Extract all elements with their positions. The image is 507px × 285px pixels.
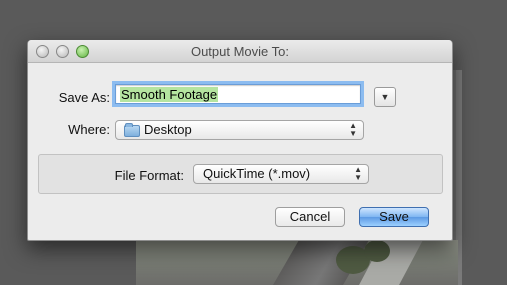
background-video-frame bbox=[136, 240, 458, 285]
file-format-value: QuickTime (*.mov) bbox=[203, 166, 311, 181]
file-format-popup-button[interactable]: QuickTime (*.mov) ▲ ▼ bbox=[193, 164, 369, 184]
save-dialog: Output Movie To: Save As: Smooth Footage… bbox=[27, 40, 453, 241]
up-down-arrows-icon: ▲ ▼ bbox=[354, 165, 362, 182]
dialog-title: Output Movie To: bbox=[190, 44, 290, 59]
save-as-text: Smooth Footage bbox=[120, 87, 219, 102]
triangle-down-icon: ▼ bbox=[380, 92, 390, 102]
expand-dialog-button[interactable]: ▼ bbox=[374, 87, 396, 107]
save-as-label: Save As: bbox=[58, 90, 110, 105]
file-format-label: File Format: bbox=[114, 168, 184, 183]
cancel-button[interactable]: Cancel bbox=[275, 207, 345, 227]
where-label: Where: bbox=[68, 122, 110, 137]
where-value: Desktop bbox=[144, 122, 192, 137]
save-button[interactable]: Save bbox=[359, 207, 429, 227]
tree bbox=[364, 240, 390, 262]
folder-icon bbox=[124, 123, 140, 137]
save-as-field[interactable]: Smooth Footage bbox=[115, 84, 361, 104]
titlebar: Output Movie To: bbox=[28, 40, 452, 63]
where-popup-button[interactable]: Desktop ▲ ▼ bbox=[115, 120, 364, 140]
up-down-arrows-icon: ▲ ▼ bbox=[349, 121, 357, 138]
